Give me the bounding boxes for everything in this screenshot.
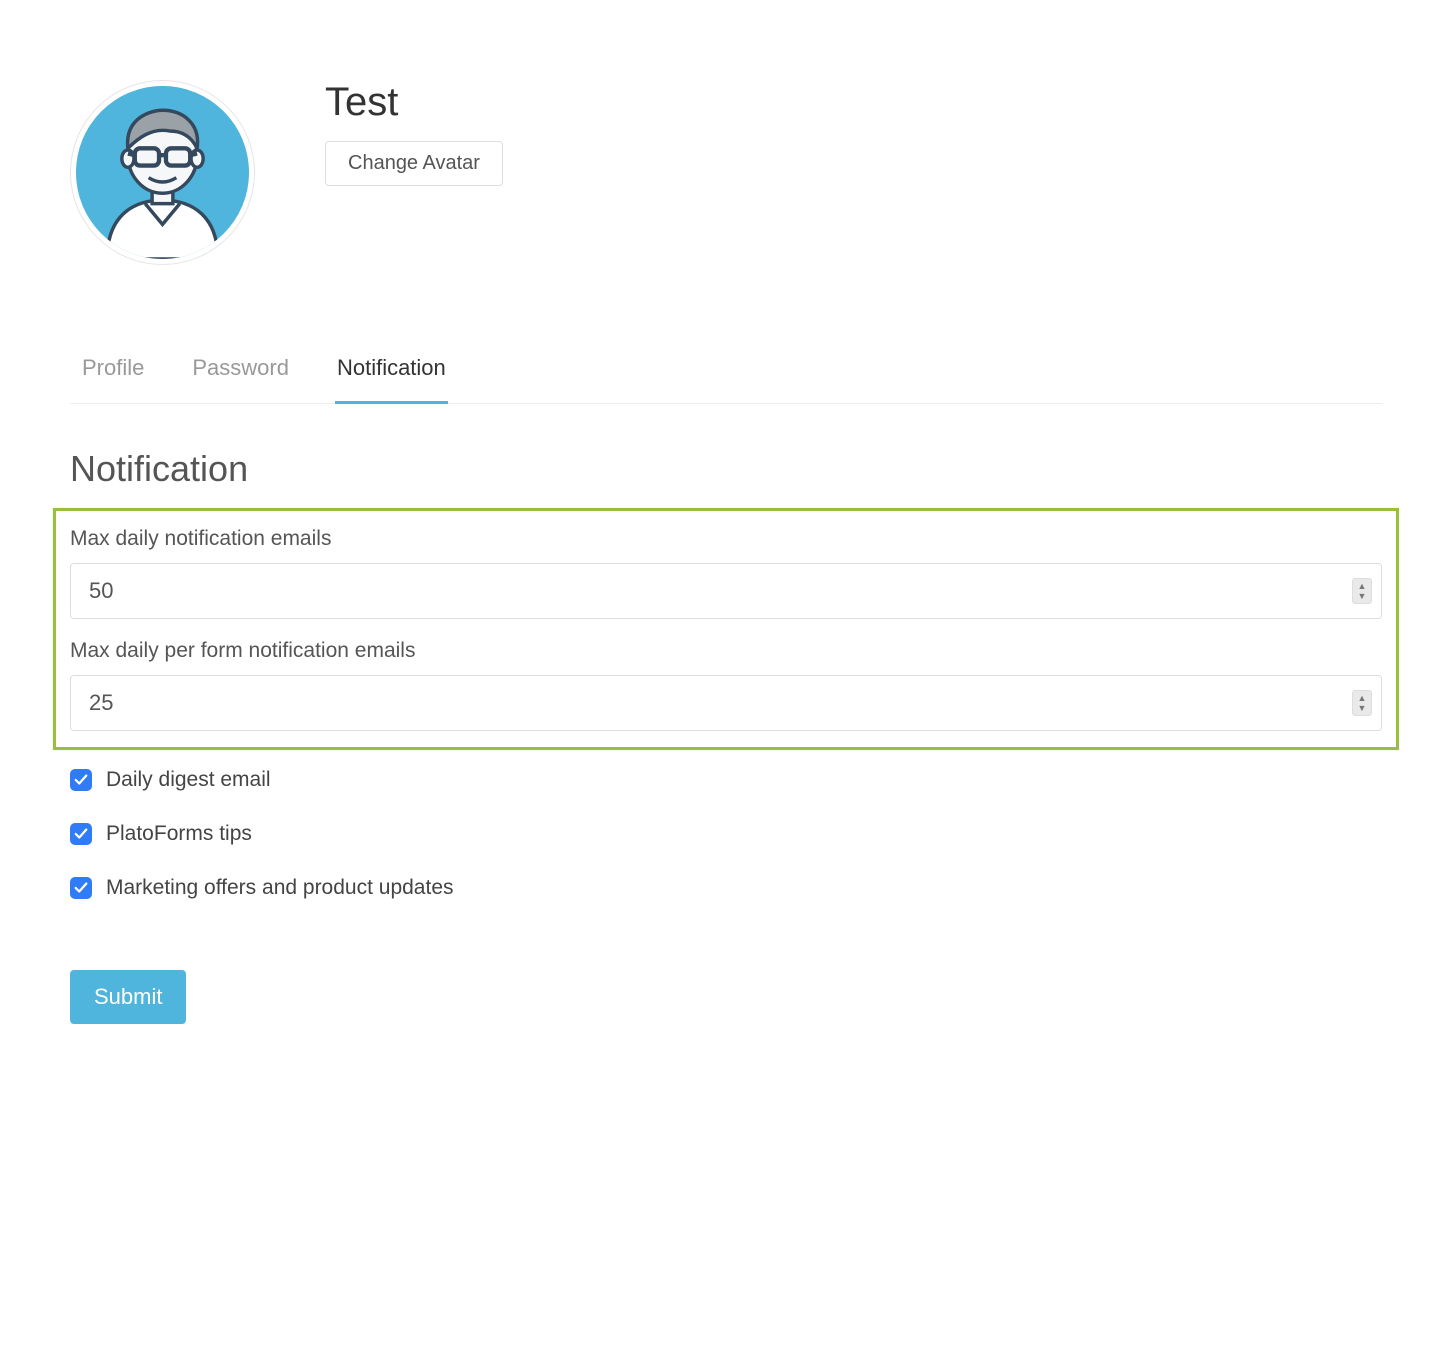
chevron-down-icon: ▼ xyxy=(1358,592,1367,601)
field-max-daily-per-form: Max daily per form notification emails ▲… xyxy=(70,639,1382,731)
stepper-icon[interactable]: ▲ ▼ xyxy=(1352,578,1372,604)
avatar-container xyxy=(70,80,255,265)
avatar-person-icon xyxy=(76,86,249,259)
max-daily-per-form-input[interactable] xyxy=(70,675,1382,731)
chevron-down-icon: ▼ xyxy=(1358,704,1367,713)
check-icon xyxy=(74,881,88,895)
checkbox-row-daily-digest: Daily digest email xyxy=(70,768,1382,792)
checkbox-row-tips: PlatoForms tips xyxy=(70,822,1382,846)
profile-header: Test Change Avatar xyxy=(70,80,1382,265)
avatar[interactable] xyxy=(76,86,249,259)
max-daily-label: Max daily notification emails xyxy=(70,527,1382,551)
user-name: Test xyxy=(325,80,503,125)
tab-password[interactable]: Password xyxy=(190,355,291,404)
checkbox-label: Daily digest email xyxy=(106,768,271,792)
checkbox-daily-digest[interactable] xyxy=(70,769,92,791)
tab-notification[interactable]: Notification xyxy=(335,355,448,404)
stepper-icon[interactable]: ▲ ▼ xyxy=(1352,690,1372,716)
checkbox-group: Daily digest email PlatoForms tips Marke… xyxy=(70,768,1382,900)
chevron-up-icon: ▲ xyxy=(1358,694,1367,703)
change-avatar-button[interactable]: Change Avatar xyxy=(325,141,503,186)
field-max-daily: Max daily notification emails ▲ ▼ xyxy=(70,527,1382,619)
tab-profile[interactable]: Profile xyxy=(80,355,146,404)
checkbox-label: PlatoForms tips xyxy=(106,822,252,846)
max-daily-per-form-input-wrap: ▲ ▼ xyxy=(70,675,1382,731)
tabs: Profile Password Notification xyxy=(70,355,1382,404)
checkbox-label: Marketing offers and product updates xyxy=(106,876,454,900)
checkbox-tips[interactable] xyxy=(70,823,92,845)
submit-button[interactable]: Submit xyxy=(70,970,186,1024)
max-daily-input[interactable] xyxy=(70,563,1382,619)
checkbox-marketing[interactable] xyxy=(70,877,92,899)
checkbox-row-marketing: Marketing offers and product updates xyxy=(70,876,1382,900)
max-daily-input-wrap: ▲ ▼ xyxy=(70,563,1382,619)
check-icon xyxy=(74,773,88,787)
chevron-up-icon: ▲ xyxy=(1358,582,1367,591)
check-icon xyxy=(74,827,88,841)
max-daily-per-form-label: Max daily per form notification emails xyxy=(70,639,1382,663)
highlighted-fields-box: Max daily notification emails ▲ ▼ Max da… xyxy=(53,508,1399,750)
settings-page: Test Change Avatar Profile Password Noti… xyxy=(0,0,1452,1144)
section-title: Notification xyxy=(70,448,1382,490)
user-meta: Test Change Avatar xyxy=(325,80,503,186)
